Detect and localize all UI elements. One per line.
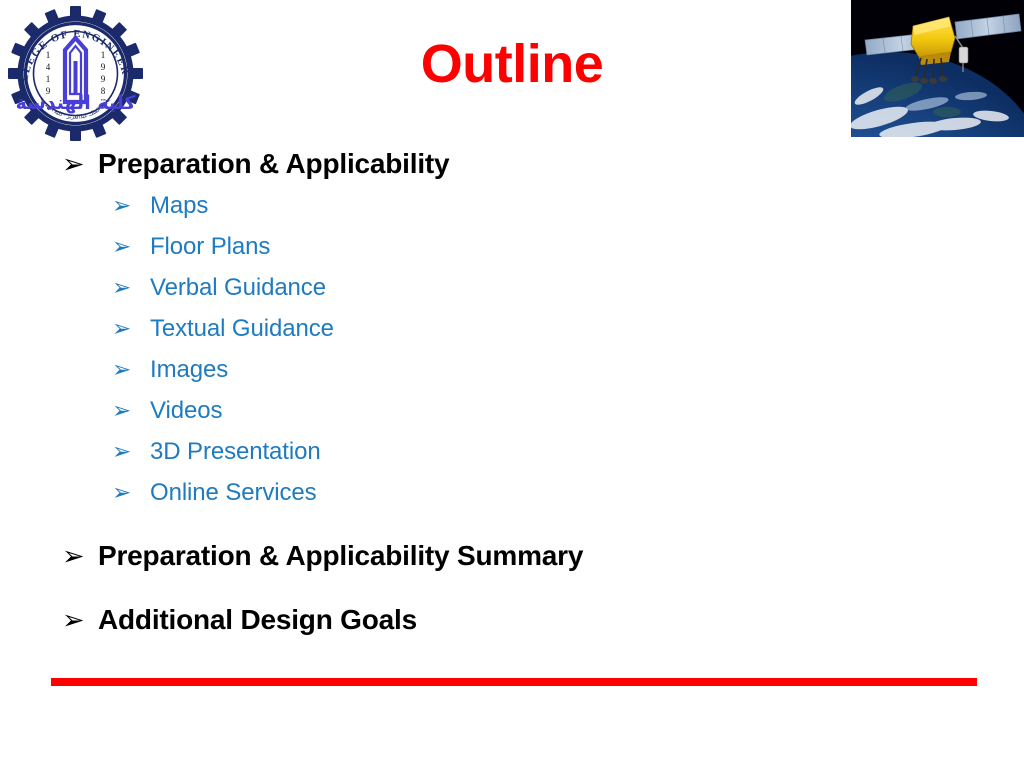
- bottom-red-rule: [51, 678, 977, 686]
- arrow-bullet-icon: ➢: [62, 541, 85, 572]
- outline-item-label: Preparation & Applicability: [98, 148, 450, 179]
- outline-item-label: Preparation & Applicability Summary: [98, 540, 584, 571]
- outline-item-primary: ➢ Preparation & Applicability Summary: [0, 540, 860, 584]
- arrow-bullet-icon: ➢: [112, 439, 132, 465]
- arrow-bullet-icon: ➢: [112, 316, 132, 342]
- outline-item-label: Videos: [150, 397, 223, 424]
- slide-canvas: COLLEGE OF ENGINEERING جامعة الملك عبدال…: [0, 0, 1024, 768]
- outline-item-secondary: ➢ Videos: [0, 397, 860, 438]
- arrow-bullet-icon: ➢: [62, 149, 85, 180]
- outline-item-label: Maps: [150, 192, 209, 219]
- seal-arabic-wordmark: كلية الهندسة: [16, 92, 137, 114]
- outline-item-label: Additional Design Goals: [98, 604, 417, 635]
- arrow-bullet-icon: ➢: [112, 193, 132, 219]
- arrow-bullet-icon: ➢: [112, 480, 132, 506]
- outline-item-primary: ➢ Preparation & Applicability: [0, 148, 860, 192]
- outline-bullet-list: ➢ Preparation & Applicability ➢ Maps ➢ Floor …: [0, 148, 860, 648]
- arrow-bullet-icon: ➢: [62, 605, 85, 636]
- outline-item-label: Textual Guidance: [150, 315, 334, 342]
- arrow-bullet-icon: ➢: [112, 275, 132, 301]
- outline-item-label: Images: [150, 356, 229, 383]
- outline-item-label: Verbal Guidance: [150, 274, 326, 301]
- outline-item-secondary: ➢ Verbal Guidance: [0, 274, 860, 315]
- outline-item-secondary: ➢ Floor Plans: [0, 233, 860, 274]
- arrow-bullet-icon: ➢: [112, 234, 132, 260]
- outline-item-primary: ➢ Additional Design Goals: [0, 604, 860, 648]
- outline-item-secondary: ➢ Online Services: [0, 479, 860, 520]
- outline-item-label: 3D Presentation: [150, 438, 321, 465]
- outline-item-secondary: ➢ Textual Guidance: [0, 315, 860, 356]
- arrow-bullet-icon: ➢: [112, 398, 132, 424]
- arrow-bullet-icon: ➢: [112, 357, 132, 383]
- outline-item-secondary: ➢ Maps: [0, 192, 860, 233]
- gps-satellite-image: [851, 0, 1024, 137]
- outline-item-secondary: ➢ Images: [0, 356, 860, 397]
- outline-item-label: Floor Plans: [150, 233, 271, 260]
- outline-item-secondary: ➢ 3D Presentation: [0, 438, 860, 479]
- outline-item-label: Online Services: [150, 479, 317, 506]
